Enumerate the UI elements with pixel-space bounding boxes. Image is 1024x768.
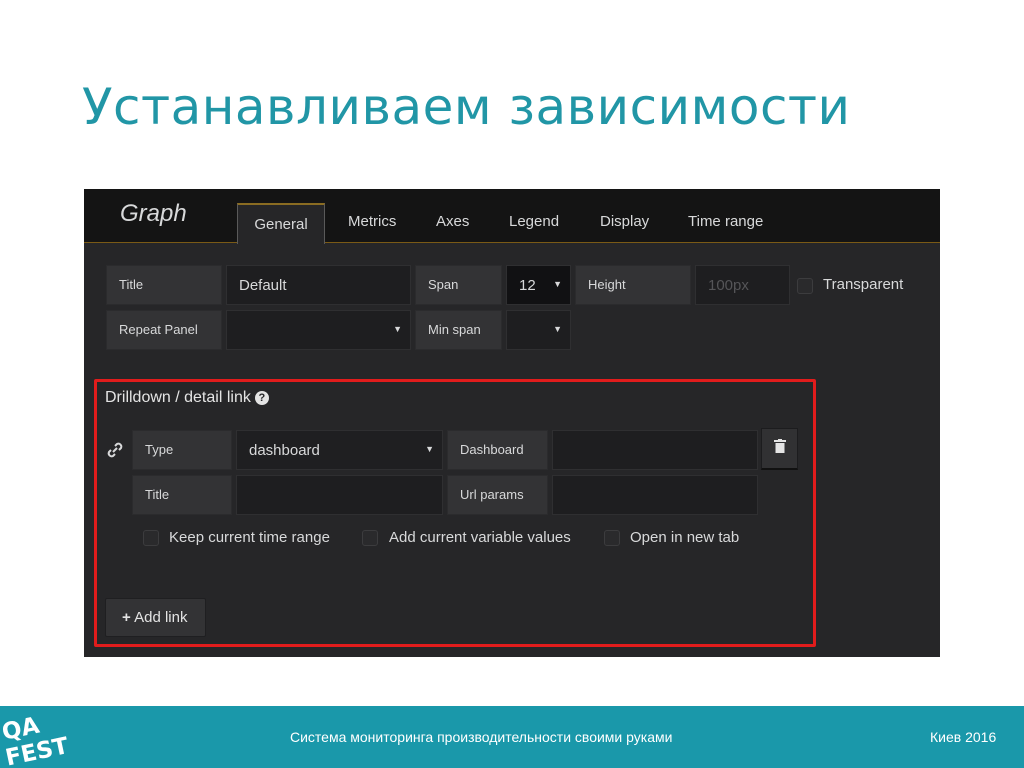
tab-metrics[interactable]: Metrics	[348, 213, 396, 230]
slide-title: Устанавливаем зависимости	[82, 78, 851, 136]
drilldown-section-title: Drilldown / detail link?	[105, 389, 269, 407]
tab-display[interactable]: Display	[600, 213, 649, 230]
title-label: Title	[106, 265, 222, 305]
trash-icon	[773, 439, 786, 453]
chain-link-icon	[106, 441, 124, 464]
dashboard-label: Dashboard	[447, 430, 548, 470]
slide-footer: QA FEST Система мониторинга производител…	[0, 706, 1024, 768]
tab-legend[interactable]: Legend	[509, 213, 559, 230]
panel-editor: Graph General Metrics Axes Legend Displa…	[84, 189, 940, 657]
repeat-panel-label: Repeat Panel	[106, 310, 222, 350]
delete-link-button[interactable]	[761, 428, 798, 470]
tab-axes[interactable]: Axes	[436, 213, 469, 230]
link-type-select[interactable]: dashboard ▼	[236, 430, 443, 470]
height-input[interactable]: 100px	[695, 265, 790, 305]
link-title-label: Title	[132, 475, 232, 515]
dashboard-input[interactable]	[552, 430, 758, 470]
url-params-label: Url params	[447, 475, 548, 515]
link-type-label: Type	[132, 430, 232, 470]
title-input[interactable]: Default	[226, 265, 411, 305]
add-link-button[interactable]: + Add link	[105, 598, 206, 637]
qa-fest-logo: QA FEST	[0, 706, 74, 768]
url-params-input[interactable]	[552, 475, 758, 515]
transparent-checkbox[interactable]	[797, 278, 813, 294]
new-tab-label: Open in new tab	[630, 529, 740, 546]
add-link-label: Add link	[134, 609, 188, 626]
link-type-value: dashboard	[249, 442, 320, 459]
panel-type-title: Graph	[120, 200, 187, 227]
tab-time-range[interactable]: Time range	[688, 213, 763, 230]
span-select[interactable]: 12 ▼	[506, 265, 571, 305]
question-circle-icon[interactable]: ?	[254, 391, 269, 405]
span-value: 12	[519, 277, 536, 294]
span-label: Span	[415, 265, 502, 305]
panel-editor-header: Graph General Metrics Axes Legend Displa…	[84, 189, 940, 244]
tab-general[interactable]: General	[237, 203, 325, 244]
min-span-select[interactable]: ▼	[506, 310, 571, 350]
min-span-label: Min span	[415, 310, 502, 350]
chevron-down-icon: ▼	[553, 324, 562, 334]
repeat-panel-select[interactable]: ▼	[226, 310, 411, 350]
keep-time-checkbox[interactable]	[143, 530, 159, 546]
footer-location-date: Киев 2016	[930, 729, 997, 745]
add-vars-label: Add current variable values	[389, 529, 571, 546]
plus-icon: +	[122, 609, 131, 626]
new-tab-checkbox[interactable]	[604, 530, 620, 546]
keep-time-label: Keep current time range	[169, 529, 330, 546]
caret-down-icon: ▼	[425, 444, 434, 454]
add-vars-checkbox[interactable]	[362, 530, 378, 546]
chevron-down-icon: ▼	[393, 324, 402, 334]
chevron-down-icon: ▼	[553, 279, 562, 289]
height-label: Height	[575, 265, 691, 305]
link-title-input[interactable]	[236, 475, 443, 515]
footer-subtitle: Система мониторинга производительности с…	[290, 729, 673, 745]
chain-link-icon-svg	[107, 442, 123, 458]
drilldown-title-text: Drilldown / detail link	[105, 389, 251, 406]
transparent-label: Transparent	[823, 276, 904, 293]
